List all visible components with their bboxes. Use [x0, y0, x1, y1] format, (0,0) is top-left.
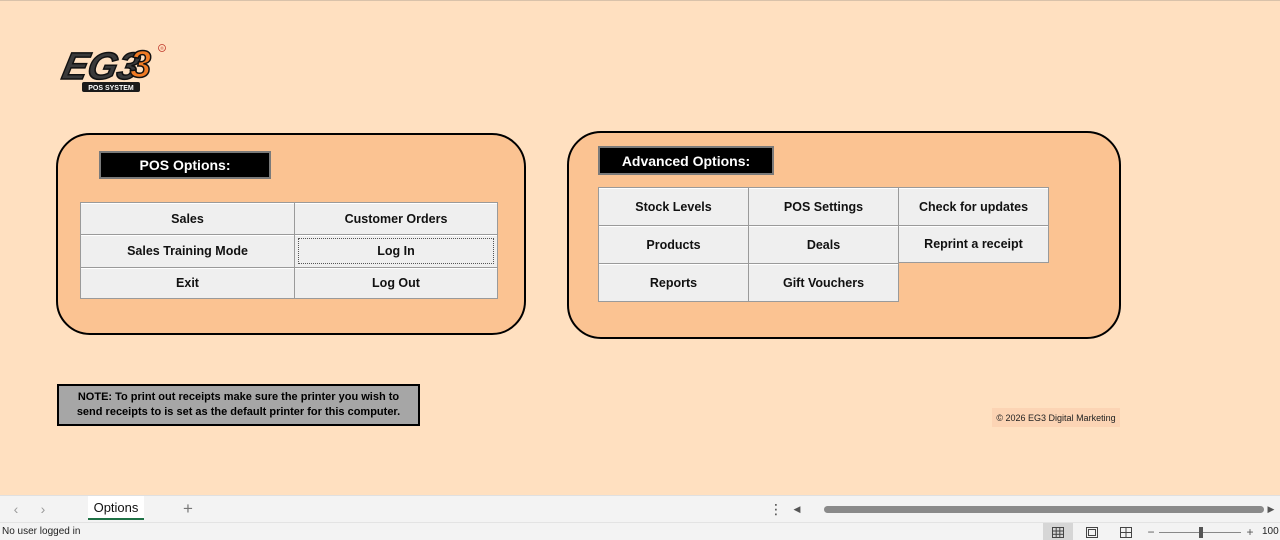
exit-button[interactable]: Exit	[80, 267, 295, 299]
status-message: No user logged in	[2, 526, 81, 537]
sheet-tab-bar: ‹ › Options + ⋮ ◀ ▶	[0, 495, 1280, 522]
scroll-left-icon[interactable]: ◀	[790, 501, 804, 517]
deals-button[interactable]: Deals	[748, 225, 899, 264]
svg-text:POS SYSTEM: POS SYSTEM	[88, 85, 134, 92]
zoom-slider-handle[interactable]	[1199, 527, 1203, 538]
reprint-receipt-button[interactable]: Reprint a receipt	[898, 225, 1049, 263]
printer-note: NOTE: To print out receipts make sure th…	[57, 384, 420, 426]
scroll-right-icon[interactable]: ▶	[1264, 501, 1278, 517]
products-button[interactable]: Products	[598, 225, 749, 264]
worksheet-canvas: EG3 EG3 POS SYSTEM ® 3 POS Options: Sale…	[0, 0, 1280, 495]
tab-options[interactable]: Options	[88, 496, 144, 520]
zoom-level[interactable]: 100	[1262, 526, 1279, 537]
copyright-text: © 2026 EG3 Digital Marketing	[992, 408, 1120, 427]
gift-vouchers-button[interactable]: Gift Vouchers	[748, 263, 899, 302]
log-in-button[interactable]: Log In	[294, 234, 498, 268]
logo-accent: 3	[128, 47, 164, 81]
check-for-updates-button[interactable]: Check for updates	[898, 187, 1049, 226]
sales-button[interactable]: Sales	[80, 202, 295, 235]
sales-training-mode-button[interactable]: Sales Training Mode	[80, 234, 295, 268]
scrollbar-thumb[interactable]	[824, 506, 1264, 513]
normal-view-icon[interactable]	[1043, 523, 1073, 540]
log-out-button[interactable]: Log Out	[294, 267, 498, 299]
horizontal-scrollbar[interactable]	[808, 505, 1264, 514]
zoom-out-icon[interactable]: −	[1146, 524, 1156, 540]
status-bar: No user logged in − + 100	[0, 522, 1280, 540]
zoom-in-icon[interactable]: +	[1245, 524, 1255, 540]
advanced-options-title: Advanced Options:	[598, 146, 774, 175]
svg-text:3: 3	[130, 47, 151, 81]
reports-button[interactable]: Reports	[598, 263, 749, 302]
pos-settings-button[interactable]: POS Settings	[748, 187, 899, 226]
chevron-left-icon[interactable]: ‹	[7, 500, 25, 518]
page-layout-view-icon[interactable]	[1077, 523, 1107, 540]
page-break-view-icon[interactable]	[1111, 523, 1141, 540]
more-options-icon[interactable]: ⋮	[768, 500, 784, 518]
chevron-right-icon[interactable]: ›	[34, 500, 52, 518]
stock-levels-button[interactable]: Stock Levels	[598, 187, 749, 226]
customer-orders-button[interactable]: Customer Orders	[294, 202, 498, 235]
add-sheet-icon[interactable]: +	[178, 499, 198, 519]
pos-options-title: POS Options:	[99, 151, 271, 179]
